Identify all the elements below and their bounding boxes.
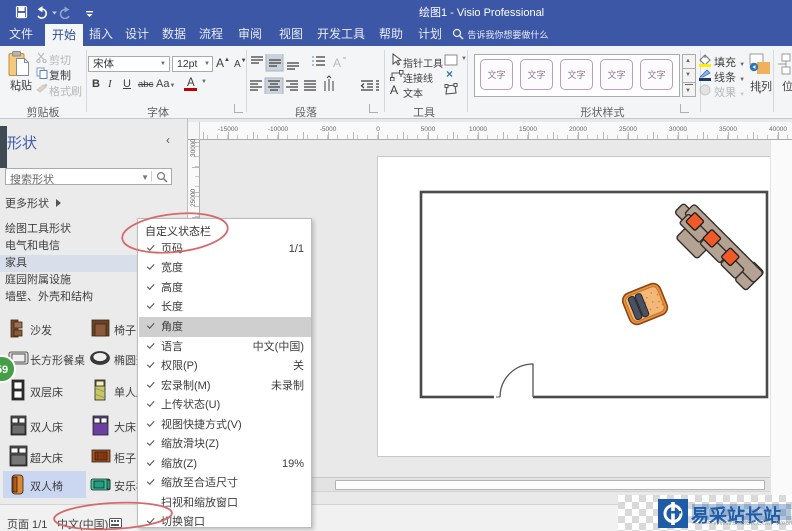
svg-text:A: A [333,56,341,70]
